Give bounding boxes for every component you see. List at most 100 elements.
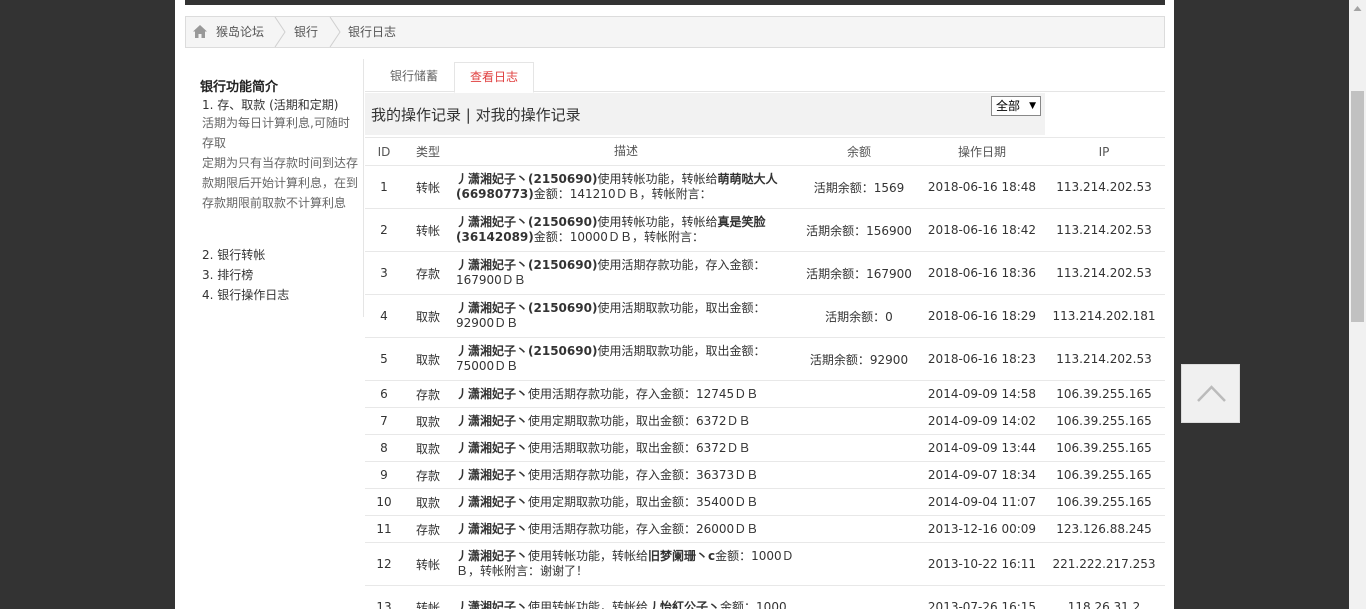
cell-balance — [797, 462, 921, 488]
cell-type: 存款 — [415, 468, 440, 483]
cell-desc: 丿潇湘妃子丶(2150690)使用转帐功能，转帐给真是笑脸(36142089)金… — [456, 209, 796, 251]
cell-id: 12 — [376, 557, 392, 571]
cell-type: 取款 — [415, 309, 440, 324]
cell-id: 10 — [376, 495, 392, 509]
tab-view-log[interactable]: 查看日志 — [454, 62, 535, 93]
cell-balance — [797, 543, 921, 585]
cell-balance: 活期余额：1569 — [813, 180, 905, 195]
breadcrumb-home-label: 猴岛论坛 — [216, 25, 265, 39]
cell-id: 6 — [380, 387, 388, 401]
desc-text: 丿潇湘妃子丶(2150690)使用活期存款功能，存入金额：167900ＤＢ — [456, 258, 796, 288]
cell-date: 2013-07-26 16:15 — [927, 600, 1037, 609]
desc-action: 使用活期存款功能，存入金额：26000ＤＢ — [528, 521, 759, 536]
desc-user[interactable]: 丿潇湘妃子丶 — [456, 441, 528, 455]
cell-type: 取款 — [415, 495, 440, 510]
cell-id: 5 — [380, 352, 388, 366]
breadcrumb-separator-icon — [274, 17, 286, 47]
cell-type: 转帐 — [415, 600, 440, 609]
log-title[interactable]: 我的操作记录 | 对我的操作记录 — [371, 104, 581, 125]
filter-select[interactable]: 全部 ▼ — [991, 96, 1041, 116]
cell-id: 7 — [380, 414, 388, 428]
desc-user[interactable]: 丿潇湘妃子丶 — [456, 495, 528, 509]
cell-balance — [797, 408, 921, 434]
table-row: 5 取款 丿潇湘妃子丶(2150690)使用活期取款功能，取出金额：75000ＤＢ 活… — [365, 337, 1165, 380]
tab-bank-savings[interactable]: 银行储蓄 — [375, 62, 453, 93]
desc-text: 丿潇湘妃子丶使用定期取款功能，取出金额：6372ＤＢ — [456, 414, 751, 429]
desc-user[interactable]: 丿潇湘妃子丶 — [456, 215, 528, 229]
desc-action: 使用活期存款功能，存入金额：12745ＤＢ — [528, 386, 759, 401]
cell-id: 13 — [376, 600, 392, 609]
table-row: 2 转帐 丿潇湘妃子丶(2150690)使用转帐功能，转帐给真是笑脸(3614208… — [365, 208, 1165, 251]
scrollbar-thumb[interactable] — [1351, 91, 1364, 322]
desc-target[interactable]: 丿怡紅公子丶 — [648, 600, 720, 609]
desc-user[interactable]: 丿潇湘妃子丶 — [456, 387, 528, 401]
cell-date: 2013-12-16 00:09 — [927, 522, 1037, 536]
desc-uid: (2150690) — [528, 301, 598, 315]
desc-user[interactable]: 丿潇湘妃子丶 — [456, 549, 528, 563]
back-to-top-button[interactable] — [1181, 364, 1240, 423]
cell-balance — [797, 435, 921, 461]
table-row: 7 取款 丿潇湘妃子丶使用定期取款功能，取出金额：6372ＤＢ 2014-09-09 … — [365, 407, 1165, 434]
breadcrumb-bank[interactable]: 银行 — [294, 17, 334, 47]
desc-user[interactable]: 丿潇湘妃子丶 — [456, 522, 528, 536]
cell-date: 2018-06-16 18:23 — [927, 352, 1037, 366]
desc-detail: 金额：141210ＤＢ，转帐附言： — [533, 187, 712, 201]
desc-user[interactable]: 丿潇湘妃子丶 — [456, 344, 528, 358]
sidebar-item-ranking[interactable]: 3. 排行榜 — [202, 266, 253, 283]
cell-ip: 113.214.202.53 — [1056, 180, 1152, 194]
sidebar-item-log[interactable]: 4. 银行操作日志 — [202, 286, 289, 303]
scroll-up-icon[interactable] — [1349, 0, 1366, 17]
cell-balance: 活期余额：0 — [825, 309, 893, 324]
sidebar-item-deposit[interactable]: 1. 存、取款 (活期和定期) — [202, 96, 338, 113]
desc-text: 丿潇湘妃子丶使用定期取款功能，取出金额：35400ＤＢ — [456, 495, 758, 510]
desc-uid: (2150690) — [528, 172, 598, 186]
breadcrumb-bank-log[interactable]: 银行日志 — [348, 17, 408, 47]
cell-ip: 106.39.255.165 — [1056, 441, 1152, 455]
cell-desc: 丿潇湘妃子丶使用转帐功能，转帐给丿怡紅公子丶金额：1000 — [456, 586, 796, 609]
cell-ip: 106.39.255.165 — [1056, 495, 1152, 509]
page-scrollbar[interactable] — [1349, 0, 1366, 609]
table-row: 1 转帐 丿潇湘妃子丶(2150690)使用转帐功能，转帐给萌萌哒大人(669807… — [365, 165, 1165, 208]
table-row: 11 存款 丿潇湘妃子丶使用活期存款功能，存入金额：26000ＤＢ 2013-12-1… — [365, 515, 1165, 542]
desc-uid: (2150690) — [528, 258, 598, 272]
header-balance: 余额 — [846, 145, 871, 159]
desc-text: 丿潇湘妃子丶使用转帐功能，转帐给旧梦阑珊丶c金额：1000ＤＢ，转帐附言：谢谢了… — [456, 549, 796, 579]
desc-user[interactable]: 丿潇湘妃子丶 — [456, 172, 528, 186]
main-content: 银行储蓄 查看日志 我的操作记录 | 对我的操作记录 全部 ▼ ID 类型 描述… — [365, 59, 1165, 609]
desc-user[interactable]: 丿潇湘妃子丶 — [456, 600, 528, 609]
cell-desc: 丿潇湘妃子丶使用活期存款功能，存入金额：26000ＤＢ — [456, 516, 796, 542]
cell-ip: 106.39.255.165 — [1056, 468, 1152, 482]
desc-detail: 金额：1000 — [720, 599, 787, 609]
cell-id: 8 — [380, 441, 388, 455]
cell-balance — [797, 381, 921, 407]
cell-date: 2014-09-09 14:58 — [927, 387, 1037, 401]
desc-detail: 金额：10000ＤＢ，转帐附言： — [533, 230, 704, 244]
table-row: 4 取款 丿潇湘妃子丶(2150690)使用活期取款功能，取出金额：92900ＤＢ 活… — [365, 294, 1165, 337]
desc-action: 使用转帐功能，转帐给 — [528, 549, 649, 563]
table-row: 13 转帐 丿潇湘妃子丶使用转帐功能，转帐给丿怡紅公子丶金额：1000 2013-07… — [365, 585, 1165, 609]
desc-user[interactable]: 丿潇湘妃子丶 — [456, 468, 528, 482]
desc-user[interactable]: 丿潇湘妃子丶 — [456, 301, 528, 315]
cell-balance — [797, 516, 921, 542]
cell-date: 2018-06-16 18:29 — [927, 309, 1037, 323]
desc-target[interactable]: 旧梦阑珊丶c — [648, 549, 715, 563]
table-row: 12 转帐 丿潇湘妃子丶使用转帐功能，转帐给旧梦阑珊丶c金额：1000ＤＢ，转帐附言… — [365, 542, 1165, 585]
cell-type: 取款 — [415, 352, 440, 367]
desc-uid: (2150690) — [528, 344, 598, 358]
desc-text: 丿潇湘妃子丶(2150690)使用活期取款功能，取出金额：75000ＤＢ — [456, 344, 796, 374]
desc-user[interactable]: 丿潇湘妃子丶 — [456, 414, 528, 428]
cell-type: 转帐 — [415, 180, 440, 195]
cell-date: 2014-09-09 14:02 — [927, 414, 1037, 428]
cell-type: 存款 — [415, 266, 440, 281]
log-header: 我的操作记录 | 对我的操作记录 全部 ▼ — [365, 93, 1045, 135]
cell-date: 2014-09-04 11:07 — [927, 495, 1037, 509]
cell-date: 2014-09-07 18:34 — [927, 468, 1037, 482]
desc-uid: (2150690) — [528, 215, 598, 229]
sidebar-item-transfer[interactable]: 2. 银行转帐 — [202, 246, 265, 263]
cell-date: 2018-06-16 18:42 — [927, 223, 1037, 237]
chevron-up-icon — [1197, 385, 1226, 402]
cell-balance: 活期余额：156900 — [806, 223, 912, 238]
desc-user[interactable]: 丿潇湘妃子丶 — [456, 258, 528, 272]
desc-action: 使用转帐功能，转帐给 — [597, 215, 718, 229]
table-row: 9 存款 丿潇湘妃子丶使用活期存款功能，存入金额：36373ＤＢ 2014-09-07… — [365, 461, 1165, 488]
